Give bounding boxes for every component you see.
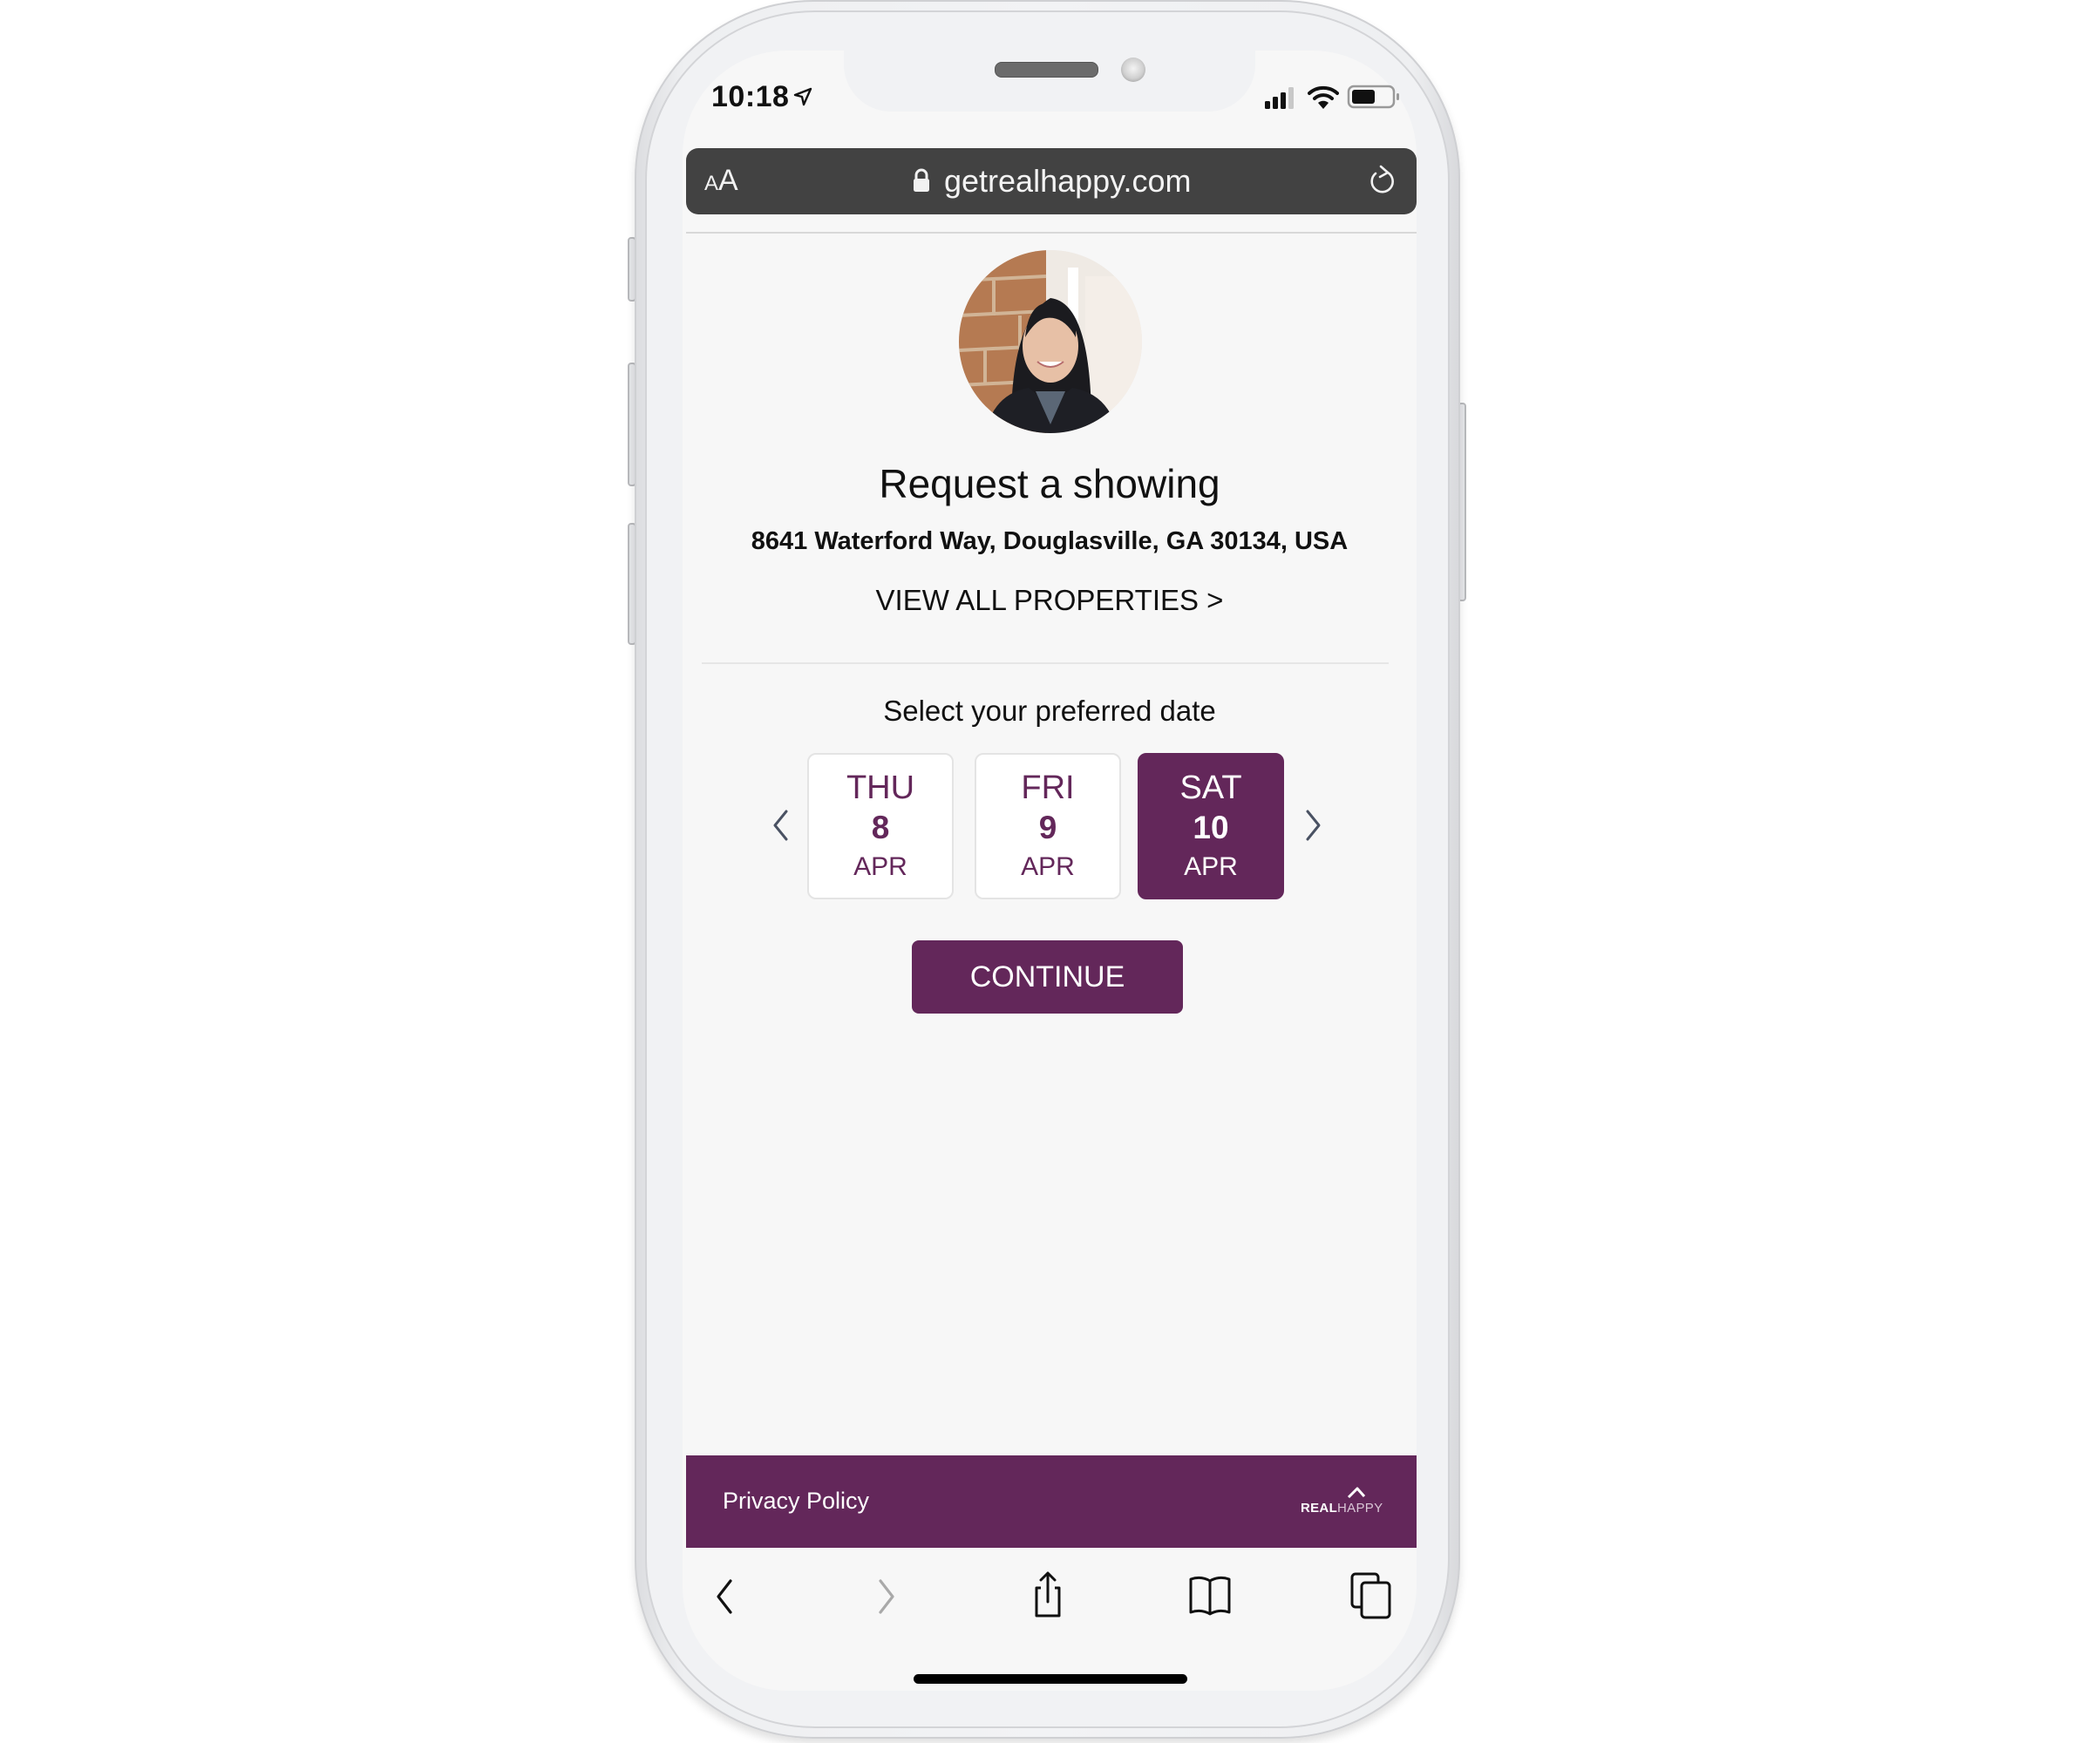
date-card-sat[interactable]: SAT 10 APR — [1138, 753, 1284, 899]
wifi-icon — [1308, 85, 1339, 109]
lock-icon — [914, 168, 929, 192]
next-dates-chevron-icon[interactable] — [1301, 806, 1325, 844]
agent-avatar — [959, 250, 1142, 433]
continue-button[interactable]: CONTINUE — [912, 940, 1183, 1014]
battery-icon — [1347, 85, 1399, 109]
header-divider — [686, 232, 1417, 234]
tabs-icon[interactable] — [1345, 1569, 1397, 1621]
date-day: 10 — [1193, 810, 1229, 845]
agent-photo — [959, 250, 1142, 433]
date-month: APR — [1021, 852, 1075, 881]
section-divider — [702, 662, 1389, 664]
date-day: 8 — [871, 810, 890, 845]
earpiece-speaker — [995, 62, 1098, 78]
text-size-button[interactable]: AA — [704, 164, 738, 198]
front-camera — [1121, 58, 1145, 82]
date-card-thu[interactable]: THU 8 APR — [807, 753, 954, 899]
privacy-policy-link[interactable]: Privacy Policy — [723, 1488, 869, 1515]
date-prompt: Select your preferred date — [883, 695, 1216, 727]
status-time: 10:18 — [711, 80, 790, 113]
date-card-fri[interactable]: FRI 9 APR — [975, 753, 1121, 899]
date-weekday: SAT — [1179, 770, 1242, 806]
date-weekday: THU — [846, 770, 915, 806]
reload-icon[interactable] — [1367, 164, 1398, 199]
date-day: 9 — [1038, 810, 1057, 845]
back-icon[interactable] — [697, 1570, 750, 1623]
date-month: APR — [1184, 852, 1238, 881]
date-weekday: FRI — [1021, 770, 1075, 806]
view-all-properties-link[interactable]: VIEW ALL PROPERTIES > — [683, 584, 1417, 617]
url-text[interactable]: getrealhappy.com — [944, 163, 1192, 200]
bookmarks-icon[interactable] — [1184, 1569, 1236, 1621]
home-indicator[interactable] — [914, 1674, 1187, 1684]
location-arrow-icon — [793, 87, 812, 106]
signal-icon — [1265, 87, 1294, 109]
prev-dates-chevron-icon[interactable] — [769, 806, 793, 844]
forward-icon[interactable] — [861, 1570, 914, 1623]
page-title: Request a showing — [879, 461, 1220, 506]
share-icon[interactable] — [1022, 1569, 1074, 1621]
property-address: 8641 Waterford Way, Douglasville, GA 301… — [751, 527, 1349, 555]
realhappy-logo: REALHAPPY — [1301, 1501, 1383, 1516]
date-month: APR — [853, 852, 907, 881]
realhappy-roof-icon — [1347, 1487, 1366, 1499]
